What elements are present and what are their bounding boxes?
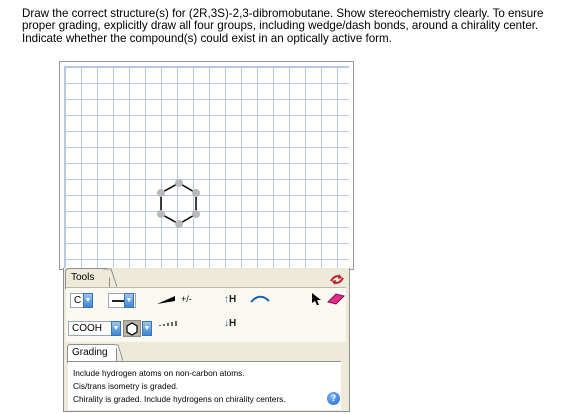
grading-tab-slant: [115, 344, 123, 362]
chevron-down-icon[interactable]: ▼: [83, 293, 93, 308]
grading-line-2: Cis/trans isometry is graded.: [73, 381, 179, 391]
hexagon-ring-shape[interactable]: [160, 182, 197, 225]
grading-line-1: Include hydrogen atoms on non-carbon ato…: [73, 368, 245, 378]
hexagon-ring-icon: [126, 322, 138, 336]
question-text: Draw the correct structure(s) for (2R,3S…: [22, 7, 583, 45]
ring-atom-node[interactable]: [192, 189, 200, 197]
add-hydrogen-button[interactable]: ↑H: [224, 294, 236, 305]
help-question-icon[interactable]: ?: [327, 392, 340, 405]
ring-atom-node[interactable]: [175, 220, 183, 228]
tools-tab-slant: [103, 268, 117, 288]
chevron-down-icon[interactable]: ▼: [124, 293, 134, 308]
grading-line-3: Chirality is graded. Include hydrogens o…: [73, 394, 286, 404]
ring-atom-node[interactable]: [192, 210, 200, 218]
charge-button[interactable]: +/-: [181, 294, 192, 304]
benzene-ring-template[interactable]: [60, 62, 353, 269]
arc-bond-icon[interactable]: [249, 292, 271, 304]
question-line-3: Indicate whether the compound(s) could e…: [22, 31, 392, 45]
wedge-bond-icon[interactable]: [155, 294, 177, 306]
element-dropdown-value: C: [74, 295, 82, 306]
chevron-down-icon[interactable]: ▼: [142, 321, 152, 336]
remove-hydrogen-button[interactable]: ↓H: [224, 318, 236, 329]
eraser-icon[interactable]: [326, 293, 346, 305]
ring-template-dropdown[interactable]: [123, 320, 141, 337]
functional-group-dropdown[interactable]: COOH: [68, 321, 112, 336]
question-line-2: proper grading, explicitly draw all four…: [22, 19, 539, 33]
chevron-down-icon[interactable]: ▼: [111, 321, 121, 336]
grading-notes: Include hydrogen atoms on non-carbon ato…: [68, 361, 341, 410]
ring-atom-node[interactable]: [157, 189, 165, 197]
ring-atom-node[interactable]: [157, 210, 165, 218]
undo-redo-icon[interactable]: [329, 272, 345, 286]
drawing-canvas[interactable]: [59, 61, 354, 270]
dash-bond-icon[interactable]: [157, 317, 179, 329]
ring-atom-node[interactable]: [175, 179, 183, 187]
pointer-arrow-icon[interactable]: [311, 292, 323, 306]
functional-group-value: COOH: [72, 323, 102, 334]
